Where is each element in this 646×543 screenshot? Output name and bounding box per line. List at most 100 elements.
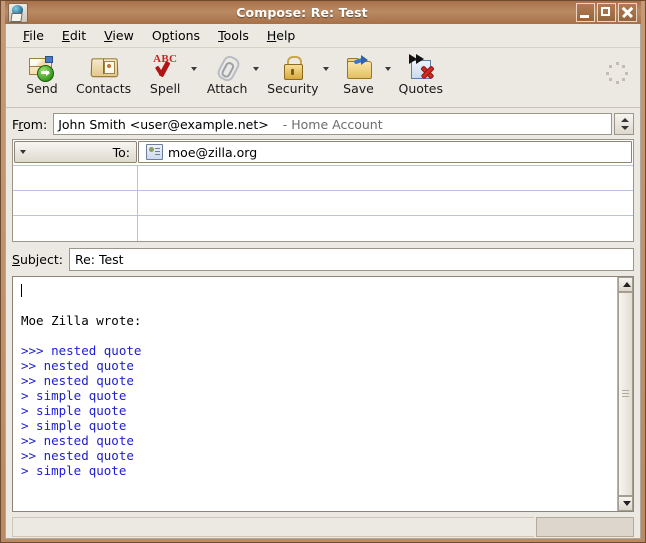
contacts-icon: [90, 53, 119, 81]
save-dropdown-arrow-icon[interactable]: [384, 67, 391, 71]
scroll-up-icon[interactable]: [618, 277, 633, 292]
spinner-up-icon: [621, 118, 629, 122]
security-dropdown-arrow-icon[interactable]: [322, 67, 329, 71]
toolbar-save-label: Save: [343, 81, 374, 96]
status-progress-meter: [536, 517, 634, 537]
recipient-type-selector[interactable]: [13, 216, 138, 241]
toolbar-attach-label: Attach: [206, 81, 248, 96]
status-bar: [12, 516, 634, 538]
body-line-quote: >> nested quote: [21, 448, 134, 463]
body-line-quote: >> nested quote: [21, 433, 134, 448]
toolbar-quotes-label: Quotes: [398, 81, 444, 96]
subject-input[interactable]: Re: Test: [68, 248, 634, 271]
toolbar-spell-label: Spell: [149, 81, 181, 96]
body-line-quote: >>> nested quote: [21, 343, 142, 358]
send-icon: [28, 53, 56, 82]
spinner-down-icon: [621, 126, 629, 130]
close-button[interactable]: [618, 3, 637, 22]
from-combo[interactable]: John Smith <user@example.net> - Home Acc…: [53, 113, 612, 135]
recipient-row: [13, 166, 633, 191]
attach-dropdown-arrow-icon[interactable]: [253, 67, 260, 71]
from-label-rest: om:: [23, 116, 48, 132]
recipient-value-field[interactable]: [138, 191, 633, 215]
text-caret: [21, 284, 22, 297]
toolbar-contacts-button[interactable]: Contacts: [70, 51, 137, 96]
menu-tools-rest: ools: [223, 28, 249, 43]
header-fields: From: John Smith <user@example.net> - Ho…: [6, 108, 640, 276]
client-area: File Edit View Options Tools Help Send C…: [5, 24, 641, 539]
recipient-value-field[interactable]: [138, 166, 633, 190]
toolbar-attach-button[interactable]: Attach: [199, 51, 255, 96]
subject-value: Re: Test: [74, 252, 124, 267]
subject-label-rest: ubject:: [19, 252, 63, 267]
compose-window: Compose: Re: Test File Edit View Options…: [0, 0, 646, 543]
contact-card-icon: [146, 144, 163, 160]
body-line-quote: > simple quote: [21, 388, 127, 403]
chevron-down-icon: [20, 150, 26, 154]
from-value: John Smith <user@example.net>: [58, 116, 269, 132]
body-line-quote: >> nested quote: [21, 373, 134, 388]
window-title: Compose: Re: Test: [236, 5, 368, 20]
from-spinner-button[interactable]: [614, 113, 634, 135]
menu-edit-rest: dit: [69, 28, 87, 43]
toolbar-spell-button[interactable]: ABC Spell: [137, 51, 193, 96]
recipient-value-field[interactable]: [138, 216, 633, 241]
toolbar-security-label: Security: [267, 81, 319, 96]
toolbar-save-button[interactable]: Save: [331, 51, 387, 96]
toolbar-contacts-label: Contacts: [76, 81, 132, 96]
menu-file[interactable]: File: [14, 26, 53, 45]
title-bar: Compose: Re: Test: [5, 1, 641, 24]
menu-help-rest: elp: [276, 28, 296, 43]
menu-help[interactable]: Help: [258, 26, 305, 45]
body-line-quote: > simple quote: [21, 403, 127, 418]
menu-edit[interactable]: Edit: [53, 26, 95, 45]
message-body-area: Moe Zilla wrote: >>> nested quote >> nes…: [12, 276, 634, 512]
from-label: From:: [12, 116, 48, 132]
toolbar-send-button[interactable]: Send: [14, 51, 70, 96]
minimize-button[interactable]: [576, 3, 595, 22]
subject-label: Subject:: [12, 252, 63, 267]
body-line: Moe Zilla wrote:: [21, 313, 142, 328]
toolbar-send-label: Send: [26, 81, 58, 96]
recipient-value-field[interactable]: moe@zilla.org: [138, 141, 632, 163]
compose-mail-icon: [8, 2, 28, 23]
recipient-type-selector[interactable]: [13, 166, 138, 190]
recipient-type-selector[interactable]: [13, 191, 138, 215]
body-line: [21, 283, 617, 298]
menu-options[interactable]: Options: [143, 26, 209, 45]
spell-check-icon: ABC: [151, 53, 179, 81]
menu-bar: File Edit View Options Tools Help: [6, 24, 640, 48]
spell-dropdown-arrow-icon[interactable]: [191, 67, 198, 71]
toolbar-security-button[interactable]: Security: [261, 51, 324, 96]
from-account-label: - Home Account: [282, 116, 383, 132]
scroll-down-icon[interactable]: [618, 496, 633, 511]
body-line: [21, 298, 617, 313]
menu-tools[interactable]: Tools: [209, 26, 258, 45]
menu-options-rest: tions: [169, 28, 201, 43]
recipient-value-text: moe@zilla.org: [168, 144, 258, 160]
status-message: [12, 517, 534, 537]
menu-view[interactable]: View: [95, 26, 143, 45]
menu-options-pre: O: [151, 28, 162, 43]
body-line-quote: > simple quote: [21, 418, 127, 433]
body-line-quote: > simple quote: [21, 463, 127, 478]
subject-row: Subject: Re: Test: [12, 248, 634, 271]
from-row: From: John Smith <user@example.net> - Ho…: [12, 113, 634, 135]
paperclip-icon: [213, 53, 243, 84]
toolbar: Send Contacts ABC Spell Attach Security …: [6, 48, 640, 108]
throbber-icon: [606, 62, 628, 84]
maximize-button[interactable]: [597, 3, 616, 22]
recipient-type-selector[interactable]: To:: [14, 141, 137, 163]
window-controls: [576, 3, 639, 22]
body-line: [21, 328, 617, 343]
recipients-grid: To: moe@zilla.org: [12, 139, 634, 242]
menu-view-rest: iew: [112, 28, 134, 43]
body-vertical-scrollbar[interactable]: [617, 277, 633, 511]
toolbar-quotes-button[interactable]: Quotes: [393, 51, 450, 96]
recipient-row: [13, 191, 633, 216]
lock-icon: [279, 53, 307, 81]
message-body-editor[interactable]: Moe Zilla wrote: >>> nested quote >> nes…: [13, 277, 617, 511]
body-line-quote: >> nested quote: [21, 358, 134, 373]
recipient-row: [13, 216, 633, 241]
scrollbar-thumb[interactable]: [618, 292, 633, 496]
